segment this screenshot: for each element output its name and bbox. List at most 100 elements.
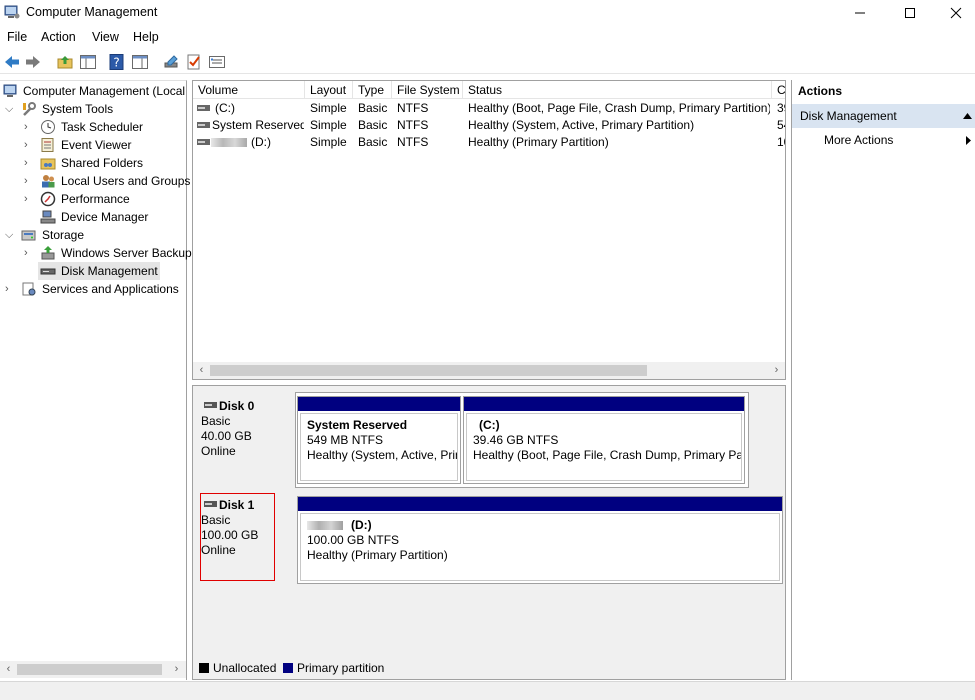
tree-item-performance[interactable]: › Performance	[0, 190, 187, 208]
tree-item-shared-folders[interactable]: › Shared Folders	[0, 154, 187, 172]
cell-file-system: NTFS	[397, 118, 429, 132]
tree-item-device-manager[interactable]: Device Manager	[0, 208, 187, 226]
close-button[interactable]	[933, 0, 975, 26]
table-row[interactable]: (D:) Simple Basic NTFS Healthy (Primary …	[193, 134, 785, 151]
collapse-up-icon[interactable]	[963, 113, 972, 119]
tree-label: Services and Applications	[42, 282, 179, 296]
check-properties-icon[interactable]	[185, 53, 203, 71]
redacted-volume-name	[307, 521, 343, 530]
chevron-right-icon[interactable]: ›	[24, 154, 36, 172]
column-header-type[interactable]: Type	[353, 81, 392, 99]
column-header-capacity[interactable]: C	[772, 81, 785, 99]
table-row[interactable]: (C:) Simple Basic NTFS Healthy (Boot, Pa…	[193, 100, 785, 117]
menu-action[interactable]: Action	[41, 30, 76, 44]
chevron-down-icon[interactable]: ⌵	[5, 100, 17, 118]
back-arrow-icon[interactable]	[3, 53, 21, 71]
chevron-right-icon[interactable]: ›	[24, 118, 36, 136]
forward-arrow-icon[interactable]	[24, 53, 42, 71]
column-header-volume[interactable]: Volume	[193, 81, 305, 99]
volume-list: Volume Layout Type File System Status C …	[192, 80, 786, 380]
disk-1-label[interactable]: Disk 1 Basic 100.00 GB Online	[193, 491, 293, 587]
tree-horizontal-scrollbar[interactable]: ‹ ›	[0, 661, 186, 678]
chevron-right-icon[interactable]: ›	[24, 172, 36, 190]
column-header-status[interactable]: Status	[463, 81, 772, 99]
cell-capacity: 54	[777, 118, 785, 132]
cell-capacity: 39	[777, 101, 785, 115]
chevron-right-icon[interactable]: ›	[5, 280, 17, 298]
menu-help[interactable]: Help	[133, 30, 159, 44]
users-icon	[42, 175, 55, 188]
more-actions-label: More Actions	[824, 133, 894, 147]
computer-management-icon	[4, 5, 20, 19]
scroll-right-arrow-icon[interactable]: ›	[768, 362, 785, 379]
show-hide-tree-icon[interactable]	[79, 53, 97, 71]
tree-item-system-tools[interactable]: ⌵ System Tools	[0, 100, 187, 118]
menu-file[interactable]: File	[7, 30, 27, 44]
cell-type: Basic	[358, 135, 388, 149]
help-icon[interactable]: ?	[108, 53, 126, 71]
disk-management-icon	[40, 268, 56, 275]
partition-d[interactable]: (D:) 100.00 GB NTFS Healthy (Primary Par…	[297, 496, 783, 584]
redacted-volume-name	[211, 138, 247, 147]
partition-system-reserved[interactable]: System Reserved 549 MB NTFS Healthy (Sys…	[297, 396, 461, 484]
scrollbar-thumb[interactable]	[210, 365, 647, 376]
partition-size: 549 MB NTFS	[307, 433, 384, 447]
cell-layout: Simple	[310, 135, 347, 149]
show-hide-action-pane-icon[interactable]	[131, 53, 149, 71]
console-tree: Computer Management (Local ⌵ System Tool…	[0, 80, 192, 680]
cell-capacity: 10	[777, 135, 785, 149]
partition-name: (D:)	[351, 518, 372, 532]
tree-item-windows-server-backup[interactable]: › Windows Server Backup	[0, 244, 192, 262]
column-header-file-system[interactable]: File System	[392, 81, 463, 99]
system-tools-icon	[23, 102, 36, 116]
scrollbar-thumb[interactable]	[17, 664, 162, 675]
scroll-left-arrow-icon[interactable]: ‹	[193, 362, 210, 379]
primary-partition-bar	[464, 397, 744, 411]
menu-view[interactable]: View	[92, 30, 119, 44]
disk-state: Online	[201, 543, 236, 557]
volume-list-horizontal-scrollbar[interactable]: ‹ ›	[193, 362, 785, 379]
disk-size: 100.00 GB	[201, 528, 259, 542]
maximize-button[interactable]	[887, 0, 933, 26]
disk-name: Disk 0	[219, 399, 255, 413]
tree-label: Event Viewer	[61, 138, 132, 152]
minimize-button[interactable]	[837, 0, 883, 26]
computer-management-icon	[3, 84, 17, 97]
status-bar	[0, 681, 975, 700]
column-header-layout[interactable]: Layout	[305, 81, 353, 99]
cell-type: Basic	[358, 118, 388, 132]
partition-c[interactable]: (C:) 39.46 GB NTFS Healthy (Boot, Page F…	[463, 396, 745, 484]
chevron-right-icon[interactable]: ›	[24, 244, 36, 262]
shared-folder-icon	[40, 158, 56, 170]
disk-0-label[interactable]: Disk 0 Basic 40.00 GB Online	[193, 392, 293, 488]
actions-header: Actions	[798, 84, 843, 98]
tree-label: Disk Management	[61, 264, 158, 278]
disk-state: Online	[201, 444, 236, 458]
legend-unallocated: Unallocated	[213, 661, 277, 675]
scroll-right-arrow-icon[interactable]: ›	[168, 661, 185, 678]
chevron-right-icon[interactable]: ›	[24, 190, 36, 208]
tree-item-local-users[interactable]: › Local Users and Groups	[0, 172, 190, 190]
tree-item-task-scheduler[interactable]: › Task Scheduler	[0, 118, 187, 136]
primary-partition-bar	[298, 397, 460, 411]
tree-label: Computer Management (Local	[23, 84, 186, 98]
chevron-right-icon[interactable]: ›	[24, 136, 36, 154]
tree-item-event-viewer[interactable]: › Event Viewer	[0, 136, 187, 154]
tree-item-services-applications[interactable]: › Services and Applications	[0, 280, 187, 298]
tree-item-storage[interactable]: ⌵ Storage	[0, 226, 187, 244]
actions-section-disk-management[interactable]: Disk Management	[792, 104, 975, 128]
tree-label: Performance	[61, 192, 130, 206]
clock-icon	[41, 120, 55, 134]
more-actions-item[interactable]: More Actions	[792, 130, 975, 150]
performance-icon	[40, 191, 56, 207]
properties-list-icon[interactable]	[208, 53, 226, 71]
tree-item-root[interactable]: Computer Management (Local	[0, 82, 187, 100]
scroll-left-arrow-icon[interactable]: ‹	[0, 661, 17, 678]
table-row[interactable]: System Reserved Simple Basic NTFS Health…	[193, 117, 785, 134]
connect-disk-icon[interactable]	[162, 53, 180, 71]
up-folder-icon[interactable]	[56, 53, 74, 71]
tree-label: Windows Server Backup	[61, 246, 192, 260]
svg-text:?: ?	[113, 56, 119, 70]
chevron-down-icon[interactable]: ⌵	[5, 226, 17, 244]
tree-item-disk-management[interactable]: Disk Management	[38, 262, 160, 280]
